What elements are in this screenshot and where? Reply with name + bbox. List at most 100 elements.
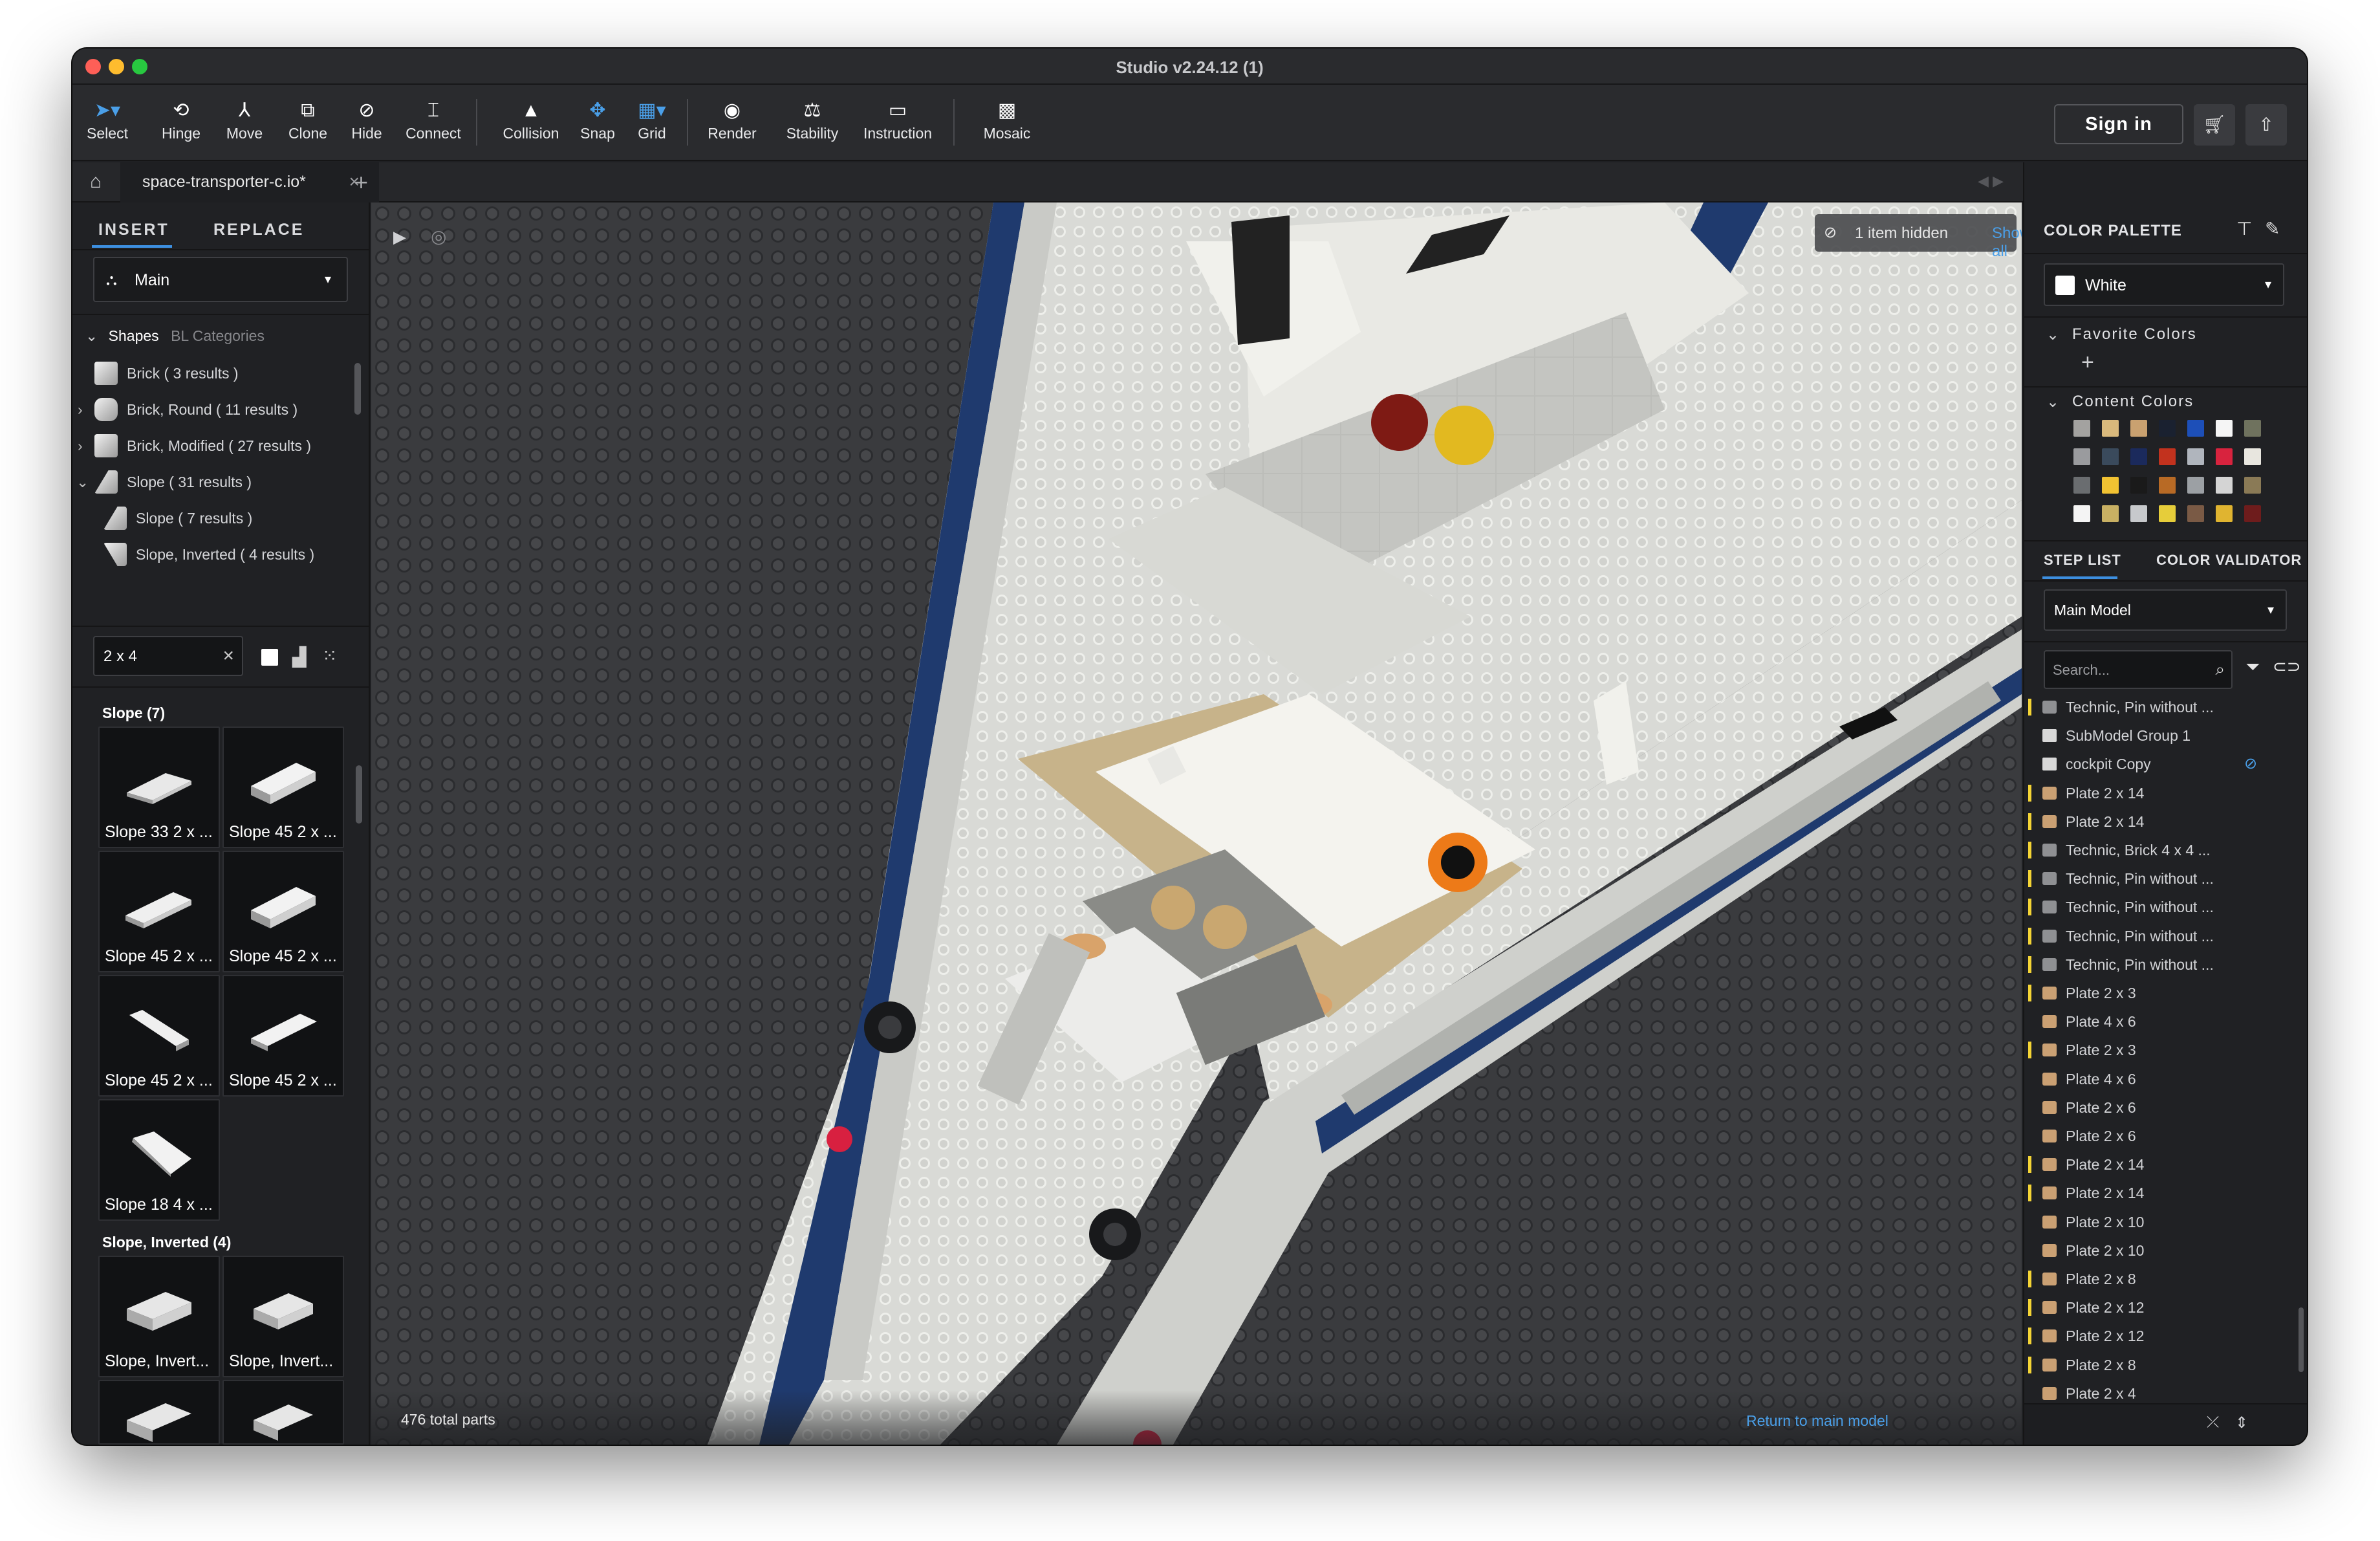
- color-swatch[interactable]: [2216, 420, 2233, 437]
- tree-item-brick-round[interactable]: › Brick, Round ( 11 results ): [72, 391, 357, 428]
- part-search-input[interactable]: 2 x 4 ×: [93, 636, 243, 676]
- color-swatch[interactable]: [2244, 505, 2261, 522]
- tool-clone-button[interactable]: ⧉ Clone: [282, 96, 334, 142]
- step-list-item[interactable]: Plate 2 x 12: [2024, 1322, 2296, 1350]
- part-tile[interactable]: Slope 33 2 x ...: [98, 727, 220, 848]
- tab-insert[interactable]: INSERT: [98, 221, 169, 239]
- step-list-scrollbar[interactable]: [2299, 1307, 2304, 1372]
- chevron-down-icon[interactable]: ⌄: [2046, 325, 2059, 344]
- chevron-down-icon[interactable]: ⌄: [2046, 393, 2059, 411]
- tab-step-list[interactable]: STEP LIST: [2044, 552, 2121, 569]
- tab-scroll-arrows[interactable]: ◀ ▶: [1978, 173, 2004, 190]
- expand-all-icon[interactable]: ⇕: [2235, 1414, 2248, 1432]
- step-list-item[interactable]: SubModel Group 1: [2024, 721, 2296, 750]
- color-swatch[interactable]: [2130, 420, 2147, 437]
- step-list-item[interactable]: Technic, Pin without ...: [2024, 864, 2296, 893]
- color-swatch[interactable]: [2187, 505, 2204, 522]
- step-list-item[interactable]: Plate 2 x 3: [2024, 1036, 2296, 1064]
- step-list-item[interactable]: Plate 2 x 3: [2024, 979, 2296, 1007]
- step-list-item[interactable]: Technic, Pin without ...: [2024, 950, 2296, 979]
- color-swatch[interactable]: [2159, 477, 2176, 494]
- part-tile[interactable]: Slope 45 2 x ...: [222, 851, 344, 972]
- color-swatch[interactable]: [2244, 420, 2261, 437]
- add-favorite-color-button[interactable]: +: [2081, 350, 2094, 375]
- clear-search-icon[interactable]: ×: [222, 645, 234, 667]
- step-list-item[interactable]: Plate 2 x 14: [2024, 1150, 2296, 1179]
- paint-roller-icon[interactable]: ⊤: [2236, 218, 2252, 239]
- tool-move-button[interactable]: ⅄ Move: [219, 96, 270, 142]
- collapse-all-icon[interactable]: ⤫: [2207, 1414, 2219, 1432]
- upload-button[interactable]: ⇧: [2245, 104, 2287, 146]
- 3d-viewport[interactable]: ▶︎ ◎ ⊘ 1 item hidden Show all 476 total …: [371, 202, 2022, 1445]
- step-list-item[interactable]: Plate 2 x 4: [2024, 1379, 2296, 1403]
- orbit-reset-button[interactable]: ◎: [431, 226, 446, 247]
- step-list-item[interactable]: Plate 2 x 8: [2024, 1265, 2296, 1293]
- tool-instruction-button[interactable]: ▭ Instruction: [852, 96, 943, 142]
- view-mode-medium-icon[interactable]: ▟: [292, 646, 307, 668]
- tool-select-button[interactable]: ➤▾ Select: [87, 96, 128, 142]
- return-to-main-model-link[interactable]: Return to main model: [1746, 1412, 1888, 1430]
- color-swatch[interactable]: [2216, 505, 2233, 522]
- step-list-item[interactable]: Technic, Brick 4 x 4 ...: [2024, 836, 2296, 864]
- tab-color-validator[interactable]: COLOR VALIDATOR: [2156, 552, 2302, 569]
- color-swatch[interactable]: [2073, 477, 2090, 494]
- color-swatch[interactable]: [2130, 477, 2147, 494]
- tree-item-slope[interactable]: ⌄ Slope ( 31 results ): [72, 464, 357, 500]
- step-list-item[interactable]: Plate 2 x 12: [2024, 1293, 2296, 1322]
- tool-hinge-button[interactable]: ⟲ Hinge: [155, 96, 207, 142]
- part-tile[interactable]: [98, 1380, 220, 1445]
- step-list-item[interactable]: Plate 4 x 6: [2024, 1065, 2296, 1093]
- step-list-item[interactable]: Technic, Pin without ...: [2024, 893, 2296, 921]
- view-mode-grid-icon[interactable]: ⁙: [322, 645, 337, 666]
- part-tile[interactable]: Slope, Invert...: [98, 1256, 220, 1377]
- color-swatch[interactable]: [2159, 448, 2176, 465]
- camera-mode-button[interactable]: ▶︎: [393, 227, 406, 247]
- tree-item-brick[interactable]: Brick ( 3 results ): [72, 355, 357, 391]
- tab-space-transporter[interactable]: space-transporter-c.io* ×: [120, 162, 379, 202]
- step-list-item[interactable]: Plate 2 x 6: [2024, 1122, 2296, 1150]
- tree-item-slope-sub[interactable]: Slope ( 7 results ): [72, 500, 357, 536]
- tab-replace[interactable]: REPLACE: [213, 221, 304, 239]
- view-mode-large-icon[interactable]: [261, 649, 278, 666]
- part-tile[interactable]: Slope 45 2 x ...: [222, 975, 344, 1097]
- color-swatch[interactable]: [2130, 448, 2147, 465]
- tool-render-button[interactable]: ◉ Render: [704, 96, 761, 142]
- color-swatch[interactable]: [2073, 448, 2090, 465]
- color-swatch[interactable]: [2159, 420, 2176, 437]
- part-tile[interactable]: [222, 1380, 344, 1445]
- color-swatch[interactable]: [2130, 505, 2147, 522]
- tool-hide-button[interactable]: ⊘ Hide: [344, 96, 389, 142]
- step-list-item[interactable]: Plate 2 x 10: [2024, 1208, 2296, 1236]
- step-search-input[interactable]: Search... ⌕: [2044, 650, 2233, 689]
- category-dropdown[interactable]: ⛬ Main ▾: [93, 257, 348, 302]
- tool-mosaic-button[interactable]: ▩ Mosaic: [973, 96, 1041, 142]
- part-tile[interactable]: Slope 18 4 x ...: [98, 1099, 220, 1221]
- tool-connect-button[interactable]: ⌶ Connect: [396, 96, 471, 142]
- color-select-dropdown[interactable]: White ▾: [2044, 263, 2284, 306]
- color-swatch[interactable]: [2244, 477, 2261, 494]
- tree-scrollbar[interactable]: [354, 363, 361, 415]
- step-list-item[interactable]: cockpit Copy ⊘: [2024, 750, 2296, 778]
- step-list-item[interactable]: Plate 2 x 14: [2024, 1179, 2296, 1207]
- step-list-item[interactable]: Technic, Pin without ...: [2024, 693, 2296, 721]
- shapes-toggle[interactable]: Shapes: [109, 327, 159, 344]
- color-swatch[interactable]: [2073, 505, 2090, 522]
- tree-item-slope-inverted[interactable]: Slope, Inverted ( 4 results ): [72, 536, 357, 573]
- filter-icon[interactable]: ⏷: [2245, 657, 2260, 678]
- sign-in-button[interactable]: Sign in: [2054, 104, 2183, 144]
- color-swatch[interactable]: [2244, 448, 2261, 465]
- part-tile[interactable]: Slope, Invert...: [222, 1256, 344, 1377]
- tool-collision-button[interactable]: ▲ Collision: [495, 96, 567, 142]
- step-list-item[interactable]: Plate 2 x 8: [2024, 1351, 2296, 1379]
- color-swatch[interactable]: [2216, 477, 2233, 494]
- color-swatch[interactable]: [2102, 477, 2119, 494]
- step-list-item[interactable]: Plate 2 x 6: [2024, 1093, 2296, 1122]
- color-swatch[interactable]: [2187, 477, 2204, 494]
- cart-button[interactable]: 🛒︎: [2194, 104, 2235, 146]
- color-swatch[interactable]: [2216, 448, 2233, 465]
- eyedropper-icon[interactable]: ✎: [2265, 218, 2280, 239]
- step-list-item[interactable]: Plate 4 x 6: [2024, 1007, 2296, 1036]
- color-swatch[interactable]: [2102, 448, 2119, 465]
- step-list-item[interactable]: Plate 2 x 14: [2024, 807, 2296, 836]
- step-list-item[interactable]: Plate 2 x 14: [2024, 779, 2296, 807]
